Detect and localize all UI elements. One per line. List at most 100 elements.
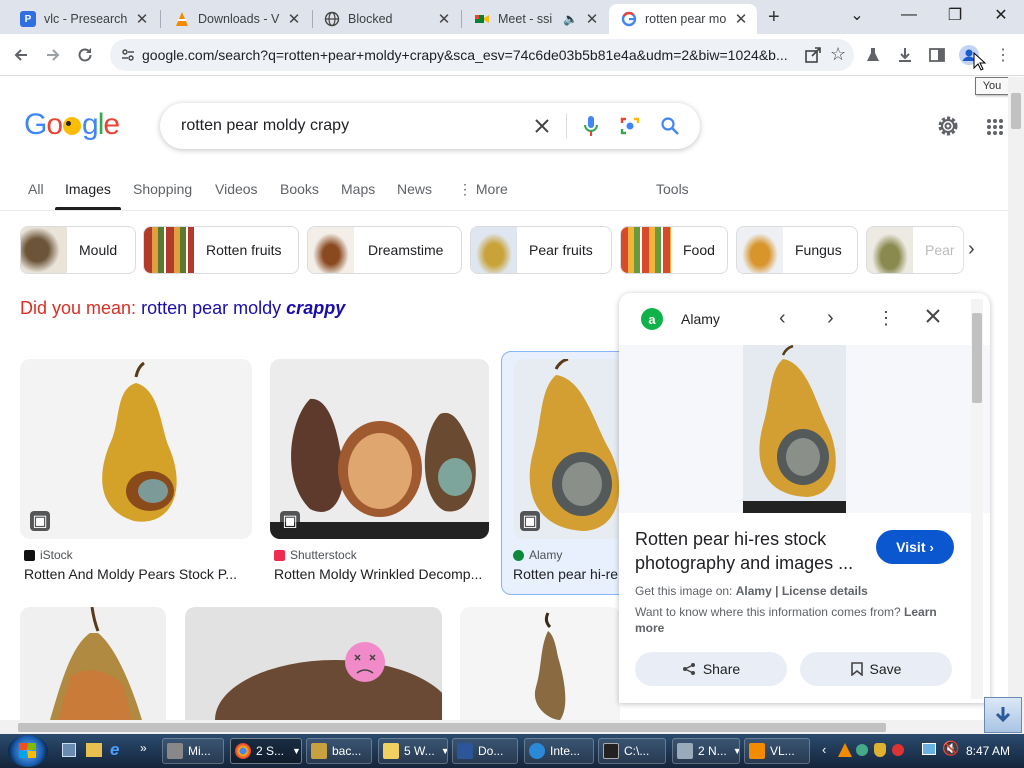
taskbar-item[interactable]: 2 N... ▼ (672, 738, 740, 764)
tray-security-icon[interactable] (892, 744, 904, 756)
did-you-mean[interactable]: Did you mean: rotten pear moldy crappy (20, 298, 345, 319)
chips-next-chevron-icon[interactable]: › (968, 238, 975, 261)
tab-downloads[interactable]: Downloads - V ✕ (162, 4, 310, 34)
taskbar-item[interactable]: 5 W... ▼ (378, 738, 448, 764)
close-icon[interactable] (925, 308, 941, 329)
close-icon[interactable]: ✕ (286, 10, 302, 28)
prev-chevron-icon[interactable]: ‹ (779, 307, 786, 330)
search-input[interactable]: rotten pear moldy crapy (181, 117, 349, 135)
did-you-mean-query[interactable]: rotten pear moldy (141, 298, 281, 318)
chip-mould[interactable]: Mould (20, 226, 136, 274)
share-button[interactable]: Share (635, 652, 787, 686)
nav-shopping[interactable]: Shopping (133, 181, 192, 197)
result-image[interactable] (185, 607, 442, 720)
save-button[interactable]: Save (800, 652, 952, 686)
close-icon[interactable]: ✕ (733, 10, 749, 28)
speaker-icon[interactable]: 🔈 (563, 12, 578, 26)
panel-source-name[interactable]: Alamy (681, 311, 720, 327)
did-you-mean-correction[interactable]: crappy (286, 298, 345, 318)
tray-app-icon[interactable] (856, 744, 868, 756)
tab-search-chevron-icon[interactable]: ⌄ (834, 0, 880, 30)
clear-icon[interactable] (530, 114, 554, 138)
page-scroll-thumb[interactable] (1011, 93, 1021, 129)
result-title[interactable]: Rotten And Moldy Pears Stock P... (24, 566, 250, 582)
search-box[interactable]: rotten pear moldy crapy (160, 103, 700, 149)
nav-tools[interactable]: Tools (656, 181, 689, 197)
lens-camera-icon[interactable] (618, 114, 642, 138)
result-image[interactable] (20, 607, 166, 720)
tray-volume-muted-icon[interactable]: 🔇 (942, 740, 959, 757)
panel-scrollbar[interactable] (971, 299, 983, 699)
panel-scroll-thumb[interactable] (972, 313, 982, 403)
file-explorer-icon[interactable] (86, 743, 102, 757)
nav-maps[interactable]: Maps (341, 181, 375, 197)
page-vertical-scrollbar[interactable] (1008, 77, 1024, 720)
back-arrow-icon[interactable] (6, 40, 36, 70)
tray-expand-icon[interactable]: ‹ (822, 742, 826, 757)
chip-pear-fruits[interactable]: Pear fruits (470, 226, 612, 274)
new-tab-icon[interactable]: + (768, 6, 780, 29)
result-card-row2-2[interactable] (185, 607, 442, 720)
address-bar[interactable]: google.com/search?q=rotten+pear+moldy+cr… (110, 39, 854, 71)
tab-presearch[interactable]: P vlc - Presearch ✕ (8, 4, 158, 34)
get-image-source-link[interactable]: Alamy (736, 584, 772, 598)
taskbar-item[interactable]: Inte... (524, 738, 594, 764)
close-icon[interactable]: ✕ (436, 10, 452, 28)
labs-flask-icon[interactable] (858, 40, 888, 70)
page-horizontal-scrollbar[interactable] (0, 720, 1024, 734)
microphone-icon[interactable] (579, 114, 603, 138)
nav-more[interactable]: ⋮ More (458, 181, 508, 198)
taskbar-item[interactable]: C:\... (598, 738, 666, 764)
apps-grid-icon[interactable] (986, 118, 1004, 141)
panel-preview-image[interactable] (743, 344, 846, 513)
window-close-icon[interactable]: ✕ (978, 0, 1024, 30)
result-image[interactable] (270, 359, 489, 539)
close-icon[interactable]: ✕ (134, 10, 150, 28)
taskbar-item[interactable]: Mi... (162, 738, 224, 764)
tray-vlc-icon[interactable] (838, 743, 852, 757)
tab-blocked[interactable]: Blocked ✕ (312, 4, 460, 34)
start-button[interactable] (8, 735, 48, 767)
close-icon[interactable]: ✕ (584, 10, 600, 28)
result-card-row2-3[interactable] (460, 607, 620, 720)
license-details-link[interactable]: License details (782, 584, 868, 598)
nav-videos[interactable]: Videos (215, 181, 258, 197)
minimize-icon[interactable]: ― (886, 0, 932, 30)
download-arrow-icon[interactable] (984, 697, 1022, 733)
nav-books[interactable]: Books (280, 181, 319, 197)
visit-button[interactable]: Visit › (876, 530, 954, 564)
forward-arrow-icon[interactable] (38, 40, 68, 70)
chip-fungus[interactable]: Fungus (736, 226, 858, 274)
taskbar-item[interactable]: Do... (452, 738, 518, 764)
taskbar-item[interactable]: bac... (306, 738, 372, 764)
chip-pear[interactable]: Pear (866, 226, 964, 274)
nav-all[interactable]: All (28, 181, 44, 197)
tab-google-search[interactable]: rotten pear mo ✕ (609, 4, 757, 34)
result-card-row2-1[interactable] (20, 607, 166, 720)
panel-title[interactable]: Rotten pear hi-res stock photography and… (635, 527, 853, 575)
nav-images[interactable]: Images (65, 181, 111, 197)
bookmark-star-icon[interactable]: ☆ (830, 44, 846, 65)
more-vert-icon[interactable]: ⋮ (877, 308, 895, 329)
settings-gear-icon[interactable] (936, 114, 960, 143)
tray-shield-icon[interactable] (874, 743, 886, 757)
tray-network-icon[interactable] (922, 743, 936, 755)
google-logo[interactable]: Go gle (24, 108, 120, 142)
quicklaunch-more-icon[interactable]: » (140, 741, 147, 755)
taskbar-item-chrome[interactable]: 2 S... ▼ (230, 738, 302, 764)
download-icon[interactable] (890, 40, 920, 70)
horizontal-scroll-thumb[interactable] (18, 723, 886, 732)
share-page-icon[interactable] (804, 46, 822, 69)
result-title[interactable]: Rotten pear hi-re (513, 566, 631, 582)
clock[interactable]: 8:47 AM (966, 744, 1010, 758)
taskbar-item[interactable]: VL... (744, 738, 810, 764)
chip-rotten-fruits[interactable]: Rotten fruits (143, 226, 299, 274)
internet-explorer-icon[interactable]: e (110, 740, 119, 760)
result-card-shutterstock[interactable]: ▣ Shutterstock Rotten Moldy Wrinkled Dec… (270, 359, 490, 589)
side-panel-icon[interactable] (922, 40, 952, 70)
result-title[interactable]: Rotten Moldy Wrinkled Decomp... (274, 566, 488, 582)
chip-food[interactable]: Food (620, 226, 728, 274)
result-image[interactable] (20, 359, 252, 539)
result-image[interactable] (460, 607, 620, 720)
restore-icon[interactable]: ❐ (932, 0, 978, 30)
